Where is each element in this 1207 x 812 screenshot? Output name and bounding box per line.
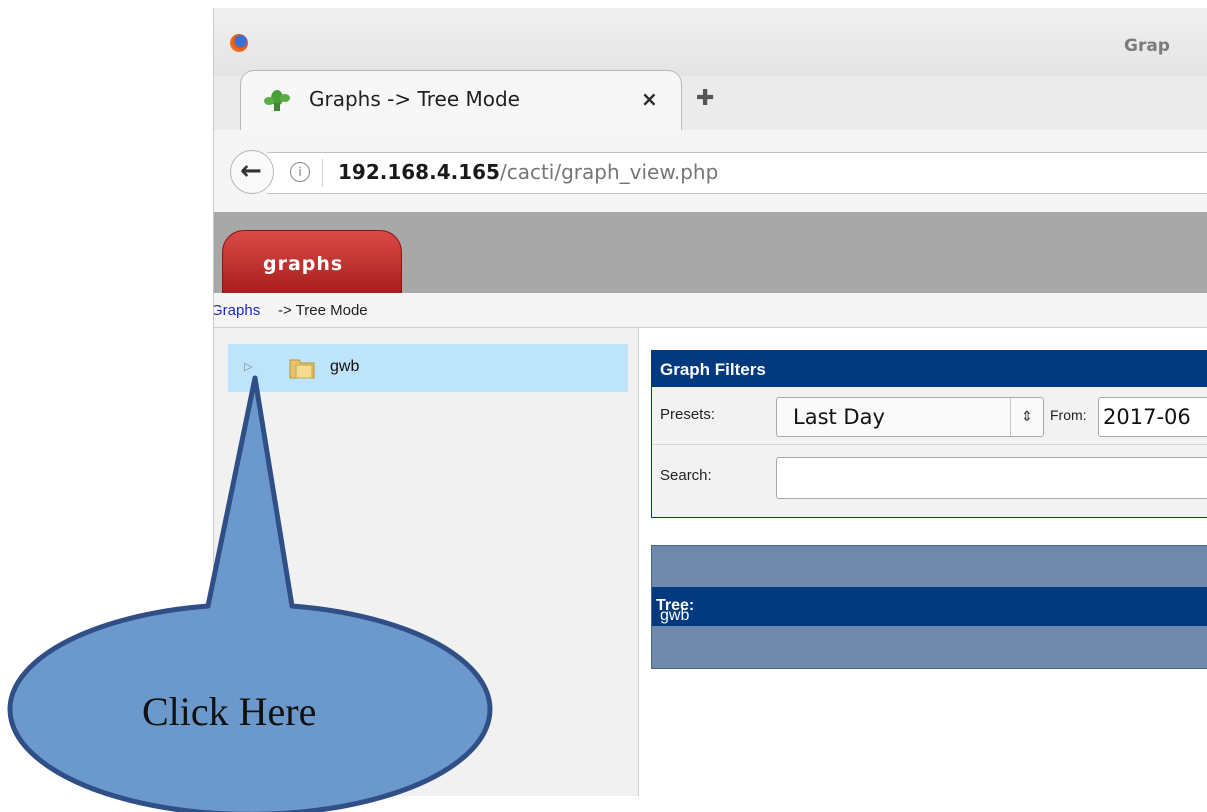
main-content: Graph Filters Presets: Last Day ⇕ From: … xyxy=(639,328,1207,796)
graph-filters-header: Graph Filters xyxy=(652,351,1207,387)
title-bar: Grap Graphs -> Tree Mode × ✚ xyxy=(214,8,1207,131)
breadcrumb-current: -> Tree Mode xyxy=(278,302,368,319)
cactus-icon xyxy=(264,90,290,111)
tree-graphs-panel: Tree: gwb xyxy=(651,545,1207,669)
browser-window: Grap Graphs -> Tree Mode × ✚ i 192.168.4… xyxy=(213,8,1207,796)
url-path: /cacti/graph_view.php xyxy=(499,160,719,184)
tab-graphs-tree-mode[interactable]: Graphs -> Tree Mode × xyxy=(240,70,682,131)
url-host: 192.168.4.165 xyxy=(338,160,500,184)
tree-item-gwb[interactable]: ▷ gwb xyxy=(228,344,628,392)
tree-item-label: gwb xyxy=(330,358,360,375)
graphs-tab-label: graphs xyxy=(263,253,344,275)
folder-icon xyxy=(289,359,315,379)
callout-text: Click Here xyxy=(142,689,317,734)
new-tab-icon[interactable]: ✚ xyxy=(696,86,714,111)
back-button[interactable]: ← xyxy=(230,150,274,194)
from-label: From: xyxy=(1050,407,1087,423)
from-value: 2017-06 xyxy=(1103,405,1191,429)
tree-header: Tree: gwb xyxy=(652,587,1207,626)
tree-title: Tree: gwb xyxy=(656,597,694,624)
select-arrows-icon: ⇕ xyxy=(1010,398,1043,436)
search-label: Search: xyxy=(660,467,712,484)
firefox-logo-icon xyxy=(230,34,248,52)
url-bar[interactable]: i 192.168.4.165/cacti/graph_view.php xyxy=(266,152,1207,194)
navigation-bar: i 192.168.4.165/cacti/graph_view.php ← xyxy=(214,130,1207,213)
tree-name: gwb xyxy=(660,607,690,624)
info-icon[interactable]: i xyxy=(290,162,310,182)
window-title: Grap xyxy=(1124,36,1170,56)
presets-select[interactable]: Last Day ⇕ xyxy=(776,397,1044,437)
search-input[interactable] xyxy=(776,457,1207,499)
graph-filters-title: Graph Filters xyxy=(660,360,766,379)
presets-row: Presets: Last Day ⇕ From: 2017-06 xyxy=(652,387,1207,443)
graphs-tab[interactable]: graphs xyxy=(222,230,402,294)
url-text: 192.168.4.165/cacti/graph_view.php xyxy=(338,160,718,184)
presets-label: Presets: xyxy=(660,406,716,423)
search-row: Search: xyxy=(652,444,1207,505)
back-arrow-icon: ← xyxy=(240,156,262,186)
graph-filters-panel: Graph Filters Presets: Last Day ⇕ From: … xyxy=(651,350,1207,518)
breadcrumb-graphs-link[interactable]: Graphs xyxy=(214,302,260,319)
url-separator xyxy=(322,159,323,187)
from-date-input[interactable]: 2017-06 xyxy=(1098,397,1207,437)
tab-label: Graphs -> Tree Mode xyxy=(309,87,520,111)
close-tab-icon[interactable]: × xyxy=(641,87,658,111)
breadcrumb: Graphs -> Tree Mode xyxy=(214,293,1207,328)
presets-value: Last Day xyxy=(793,405,885,429)
expand-arrow-icon[interactable]: ▷ xyxy=(244,360,252,373)
